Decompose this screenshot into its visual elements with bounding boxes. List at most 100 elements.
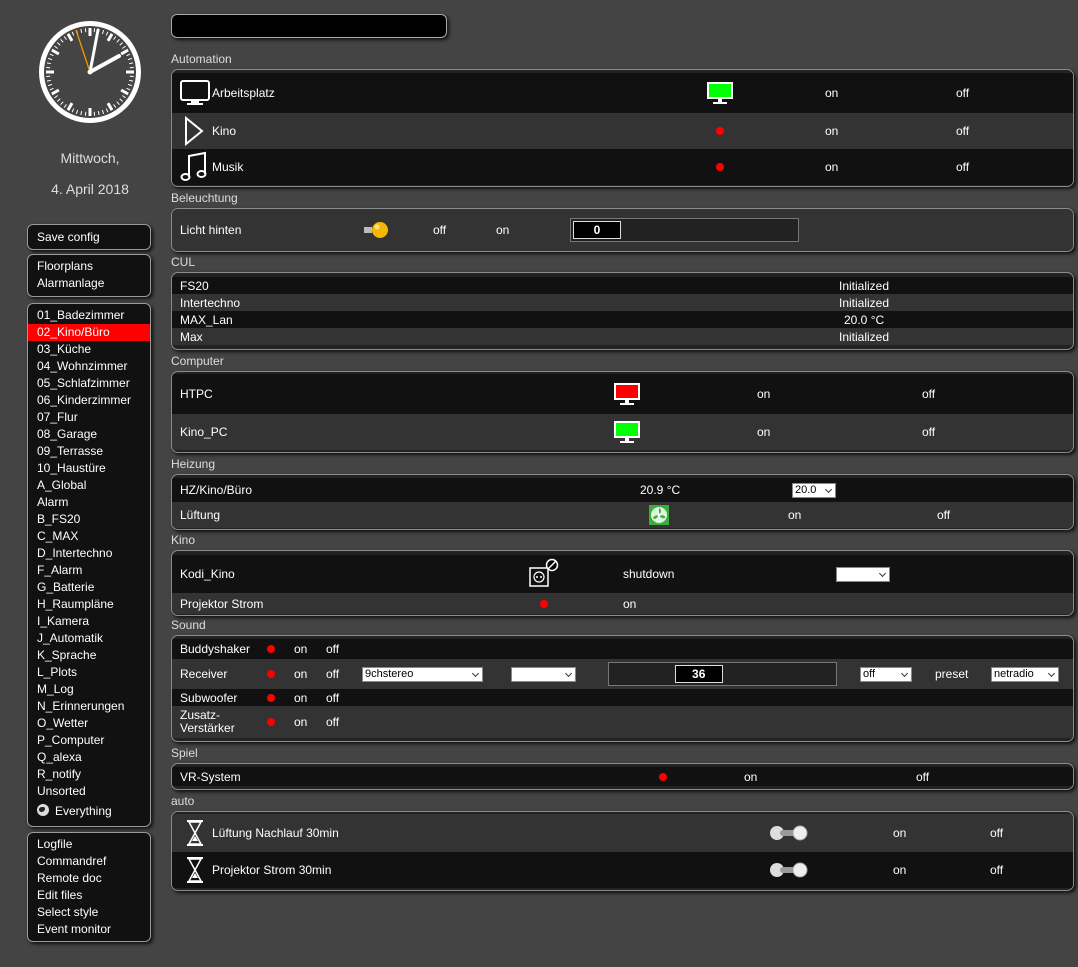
desired-temp-select[interactable]: 20.0 [792,478,836,502]
device-name[interactable]: Kino [212,113,236,149]
off-link[interactable]: off [956,149,969,185]
slider-knob[interactable]: 36 [674,665,723,683]
off-link[interactable]: off [922,414,935,450]
status-dot[interactable] [267,639,275,659]
status-dot[interactable] [716,149,724,185]
device-name[interactable]: Zusatz- Verstärker [180,706,235,738]
dim-slider[interactable]: 0 [570,209,799,251]
mute-select-value[interactable]: off [860,666,912,682]
menu-link[interactable]: Select style [28,904,150,921]
room-link[interactable]: N_Erinnerungen [28,698,150,715]
room-link[interactable]: 08_Garage [28,426,150,443]
off-link[interactable]: off [433,209,446,251]
menu-link[interactable]: Remote doc [28,870,150,887]
device-name[interactable]: Projektor Strom [180,593,263,614]
device-name[interactable]: Kodi_Kino [180,555,235,593]
device-name[interactable]: VR-System [180,767,241,786]
command-select-value[interactable] [836,566,890,582]
room-link[interactable]: 07_Flur [28,409,150,426]
room-link[interactable]: 06_Kinderzimmer [28,392,150,409]
room-link[interactable]: C_MAX [28,528,150,545]
device-name[interactable]: Subwoofer [180,689,237,706]
menu-link[interactable]: Commandref [28,853,150,870]
room-link[interactable]: 09_Terrasse [28,443,150,460]
device-name[interactable]: Kino_PC [180,414,227,450]
menu-alarmanlage-link[interactable]: Alarmanlage [28,275,150,292]
device-name[interactable]: Buddyshaker [180,639,250,659]
command-select[interactable] [836,555,890,593]
on-link[interactable]: on [496,209,509,251]
status-dot[interactable] [267,706,275,738]
room-link[interactable]: A_Global [28,477,150,494]
room-link[interactable]: F_Alarm [28,562,150,579]
device-name[interactable]: Lüftung Nachlauf 30min [212,814,339,852]
off-link[interactable]: off [990,852,1003,888]
volume-slider[interactable]: 36 [608,659,837,689]
monitor-icon[interactable] [706,73,734,113]
on-link[interactable]: on [893,814,906,852]
device-name[interactable]: Projektor Strom 30min [212,852,331,888]
room-link[interactable]: D_Intertechno [28,545,150,562]
option-select[interactable] [511,659,576,689]
on-link[interactable]: on [744,767,757,786]
on-link[interactable]: on [294,689,307,706]
room-link[interactable]: G_Batterie [28,579,150,596]
off-link[interactable]: off [956,113,969,149]
command-input[interactable] [171,14,447,38]
room-link[interactable]: L_Plots [28,664,150,681]
room-link[interactable]: M_Log [28,681,150,698]
device-name[interactable]: Arbeitsplatz [212,73,275,113]
desired-temp-value[interactable]: 20.0 [792,482,836,498]
device-name[interactable]: HTPC [180,374,213,414]
bulb-icon[interactable] [362,209,392,251]
mute-select[interactable]: off [860,659,912,689]
room-link[interactable]: J_Automatik [28,630,150,647]
everything-link[interactable]: Everything [28,800,150,822]
on-link[interactable]: on [294,659,307,689]
status-dot[interactable] [540,593,548,614]
device-name[interactable]: Licht hinten [180,209,241,251]
room-link[interactable]: K_Sprache [28,647,150,664]
on-link[interactable]: on [825,113,838,149]
off-link[interactable]: off [326,689,339,706]
room-link[interactable]: O_Wetter [28,715,150,732]
on-link[interactable]: on [893,852,906,888]
status-dot[interactable] [659,767,667,786]
room-link[interactable]: 05_Schlafzimmer [28,375,150,392]
slider-knob[interactable]: 0 [573,221,621,239]
device-name[interactable]: HZ/Kino/Büro [180,478,252,502]
device-name[interactable]: Musik [212,149,243,185]
on-link[interactable]: on [294,706,307,738]
room-link[interactable]: 04_Wohnzimmer [28,358,150,375]
off-link[interactable]: off [937,502,950,528]
off-link[interactable]: off [956,73,969,113]
device-name[interactable]: Max [180,328,203,345]
off-link[interactable]: off [326,639,339,659]
room-link[interactable]: I_Kamera [28,613,150,630]
room-link[interactable]: R_notify [28,766,150,783]
toggle-icon[interactable] [768,852,810,888]
off-link[interactable]: off [922,374,935,414]
off-link[interactable]: off [326,706,339,738]
toggle-icon[interactable] [768,814,810,852]
off-link[interactable]: off [326,659,339,689]
socket-icon[interactable] [528,555,560,593]
menu-link[interactable]: Event monitor [28,921,150,938]
status-dot[interactable] [716,113,724,149]
room-link[interactable]: Unsorted [28,783,150,800]
on-link[interactable]: on [757,414,770,450]
menu-link[interactable]: Edit files [28,887,150,904]
fan-icon[interactable] [649,502,669,528]
preset-select-value[interactable]: netradio [991,666,1059,682]
on-link[interactable]: on [825,149,838,185]
device-name[interactable]: FS20 [180,277,209,294]
preset-select[interactable]: netradio [991,659,1059,689]
menu-floorplans-link[interactable]: Floorplans [28,258,150,275]
room-link[interactable]: P_Computer [28,732,150,749]
device-name[interactable]: Receiver [180,659,227,689]
room-link[interactable]: B_FS20 [28,511,150,528]
room-link[interactable]: H_Raumpläne [28,596,150,613]
on-link[interactable]: on [788,502,801,528]
menu-link[interactable]: Logfile [28,836,150,853]
device-name[interactable]: Lüftung [180,502,220,528]
